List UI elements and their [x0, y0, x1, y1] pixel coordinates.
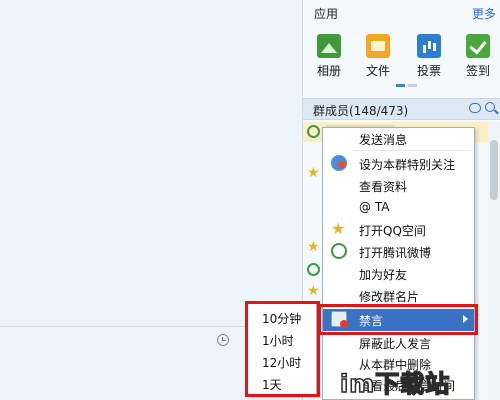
menu-special-follow[interactable]: 设为本群特别关注: [323, 153, 474, 174]
folder-icon: [366, 34, 390, 58]
annotation-box-submenu: [245, 301, 320, 397]
watermark: im下载站: [339, 364, 500, 400]
qzone-star-icon: ★: [307, 283, 320, 299]
qzone-star-icon: ★: [307, 165, 320, 181]
menu-item-label: 加为好友: [359, 268, 408, 282]
menu-item-label: 发送消息: [359, 133, 408, 147]
pager-dot-active[interactable]: [396, 84, 405, 87]
members-header: 群成员(148/473): [303, 98, 500, 120]
menu-add-friend[interactable]: 加为好友: [323, 263, 474, 284]
tencent-weibo-icon: [331, 243, 347, 259]
menu-item-label: 屏蔽此人发言: [359, 337, 432, 351]
members-title: 群成员(148/473): [313, 104, 409, 118]
search-icon[interactable]: [485, 102, 495, 112]
menu-item-label: @ TA: [359, 200, 390, 214]
apps-title: 应用: [314, 7, 339, 21]
member-context-menu: 发送消息 设为本群特别关注 查看资料 @ TA ★ 打开QQ空间 打开腾讯微博 …: [322, 127, 475, 400]
member-list-scrollbar[interactable]: [488, 122, 500, 400]
tencent-weibo-icon: [307, 263, 320, 276]
qzone-star-icon: ★: [331, 219, 346, 238]
app-files[interactable]: 文件: [358, 34, 398, 80]
message-history-clock-icon[interactable]: [217, 334, 229, 346]
watermark-text: im下载站: [339, 369, 451, 399]
menu-item-label: 设为本群特别关注: [359, 158, 456, 172]
app-label: 相册: [316, 64, 341, 78]
special-follow-icon: [331, 155, 347, 171]
chat-bubble-icon[interactable]: [469, 103, 481, 113]
checkin-check-icon: [466, 34, 490, 58]
menu-mention[interactable]: @ TA: [323, 197, 474, 218]
pager-dot[interactable]: [408, 84, 417, 87]
menu-item-label: 打开腾讯微博: [359, 246, 432, 260]
app-label: 签到: [465, 64, 490, 78]
vote-chart-icon: [417, 34, 441, 58]
menu-item-label: 查看资料: [359, 180, 408, 194]
menu-view-profile[interactable]: 查看资料: [323, 175, 474, 196]
app-photo-album[interactable]: 相册: [309, 34, 349, 80]
menu-item-label: 打开QQ空间: [359, 224, 426, 238]
menu-open-weibo[interactable]: 打开腾讯微博: [323, 241, 474, 262]
menu-block-messages[interactable]: 屏蔽此人发言: [323, 332, 474, 353]
app-label: 投票: [416, 64, 441, 78]
apps-more-link[interactable]: 更多: [472, 5, 496, 22]
app-vote[interactable]: 投票: [409, 34, 449, 80]
annotation-box-mute: [318, 304, 478, 335]
photo-album-icon: [317, 34, 341, 58]
scroll-thumb[interactable]: [490, 140, 498, 200]
apps-header: 应用 更多: [303, 0, 500, 26]
menu-item-label: 修改群名片: [359, 290, 420, 304]
qzone-star-icon: ★: [307, 239, 320, 255]
menu-send-message[interactable]: 发送消息: [323, 128, 474, 149]
app-label: 文件: [365, 64, 390, 78]
app-checkin[interactable]: 签到: [458, 34, 498, 80]
apps-pager[interactable]: [396, 84, 420, 87]
tencent-weibo-icon: [307, 125, 320, 138]
menu-open-qzone[interactable]: ★ 打开QQ空间: [323, 219, 474, 240]
menu-edit-group-card[interactable]: 修改群名片: [323, 285, 474, 306]
menu-separator: [353, 150, 471, 151]
